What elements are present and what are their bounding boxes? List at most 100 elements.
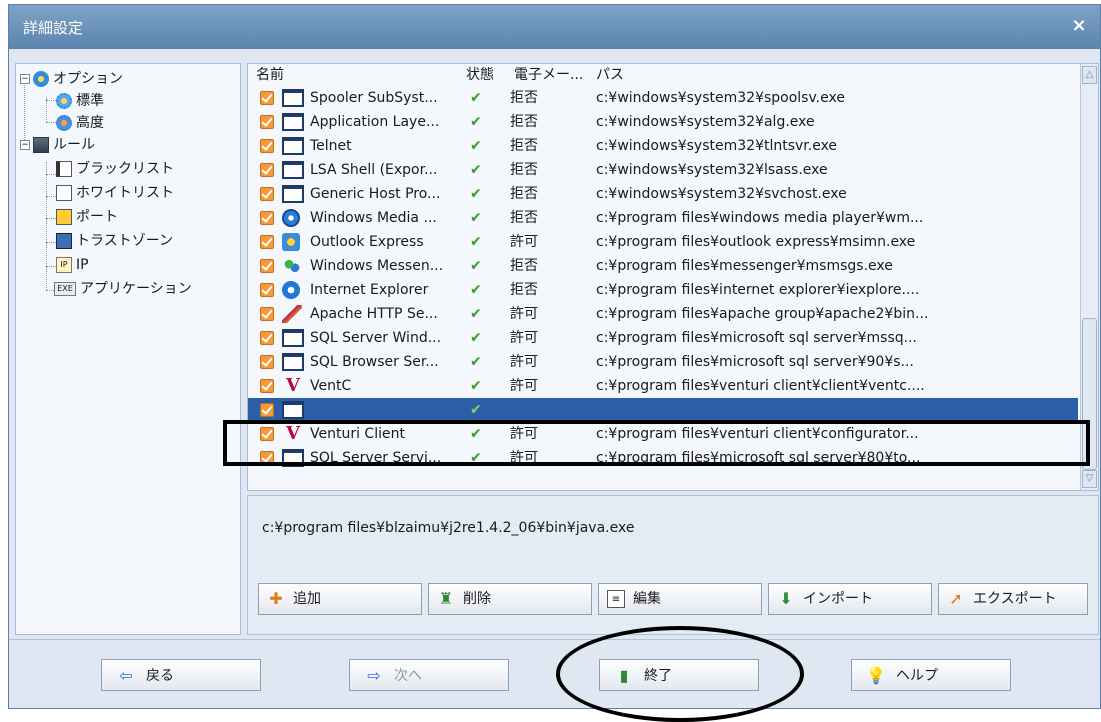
row-state: ✔ bbox=[470, 426, 482, 442]
row-name: Spooler SubSyst... bbox=[310, 90, 438, 106]
table-row[interactable]: Telnet ✔ 拒否 c:¥windows¥system32¥tlntsvr.exe bbox=[248, 134, 1078, 158]
tree-item-whitelist[interactable]: ホワイトリスト bbox=[56, 182, 174, 204]
lightbulb-icon: 💡 bbox=[866, 665, 886, 685]
row-name: java.exe bbox=[310, 402, 369, 418]
tree-item-options[interactable]: − オプション bbox=[20, 68, 123, 90]
gear-icon bbox=[56, 93, 72, 109]
import-icon: ⬇ bbox=[779, 589, 793, 608]
next-button[interactable]: ⇨ 次へ bbox=[349, 659, 509, 691]
table-row[interactable]: SQL Browser Ser... ✔ 許可 c:¥program files¥mi… bbox=[248, 350, 1078, 374]
row-mail: 拒否 bbox=[510, 90, 538, 106]
delete-button[interactable]: ♜ 削除 bbox=[428, 583, 592, 615]
row-mail: 許可 bbox=[510, 330, 538, 346]
column-header-state[interactable]: 状態 bbox=[462, 64, 494, 86]
column-header-mail[interactable]: 電子メー... bbox=[510, 64, 583, 86]
row-checkbox[interactable] bbox=[260, 427, 274, 441]
row-state: ✔ bbox=[470, 234, 482, 250]
export-button[interactable]: ➚ エクスポート bbox=[938, 583, 1088, 615]
table-row[interactable]: Windows Media ... ✔ 拒否 c:¥program files¥win… bbox=[248, 206, 1078, 230]
row-checkbox[interactable] bbox=[260, 283, 274, 297]
close-icon[interactable]: × bbox=[1068, 15, 1090, 37]
tree-item-advanced[interactable]: 高度 bbox=[56, 112, 104, 134]
help-button[interactable]: 💡 ヘルプ bbox=[851, 659, 1011, 691]
table-row[interactable]: V VentC ✔ 許可 c:¥program files¥venturi client… bbox=[248, 374, 1078, 398]
row-path: c:¥program files¥internet explorer¥iexpl… bbox=[596, 282, 920, 298]
table-row[interactable]: Application Laye... ✔ 拒否 c:¥windows¥system3… bbox=[248, 110, 1078, 134]
row-checkbox[interactable] bbox=[260, 187, 274, 201]
row-name: SQL Server Servi... bbox=[310, 450, 442, 466]
table-row[interactable]: SQL Server Wind... ✔ 許可 c:¥program files¥mi… bbox=[248, 326, 1078, 350]
tree-item-rules[interactable]: − ルール bbox=[20, 134, 95, 156]
edit-button[interactable]: ≡ 編集 bbox=[598, 583, 762, 615]
table-row[interactable]: Spooler SubSyst... ✔ 拒否 c:¥windows¥system32… bbox=[248, 86, 1078, 110]
scroll-down-icon[interactable]: ▽ bbox=[1082, 470, 1097, 488]
table-row[interactable]: Internet Explorer ✔ 拒否 c:¥program files¥int… bbox=[248, 278, 1078, 302]
table-row[interactable]: Outlook Express ✔ 許可 c:¥program files¥outlo… bbox=[248, 230, 1078, 254]
row-checkbox[interactable] bbox=[260, 403, 274, 417]
row-state: ✔ bbox=[470, 330, 482, 346]
row-checkbox[interactable] bbox=[260, 139, 274, 153]
table-row[interactable]: SQL Server Servi... ✔ 許可 c:¥program files¥m… bbox=[248, 446, 1078, 470]
vertical-scrollbar[interactable]: △ ▽ bbox=[1080, 64, 1098, 490]
table-row[interactable]: Generic Host Pro... ✔ 拒否 c:¥windows¥system3… bbox=[248, 182, 1078, 206]
back-button[interactable]: ⇦ 戻る bbox=[101, 659, 261, 691]
row-path: c:¥windows¥system32¥tlntsvr.exe bbox=[596, 138, 838, 154]
tree-item-standard[interactable]: 標準 bbox=[56, 90, 104, 112]
tree-item-trustzone[interactable]: トラストゾーン bbox=[56, 230, 173, 252]
row-path: c:¥windows¥system32¥alg.exe bbox=[596, 114, 815, 130]
scroll-up-icon[interactable]: △ bbox=[1082, 66, 1097, 84]
row-checkbox[interactable] bbox=[260, 115, 274, 129]
row-mail: 許可 bbox=[510, 306, 538, 322]
table-row[interactable]: Windows Messen... ✔ 拒否 c:¥program files¥mes… bbox=[248, 254, 1078, 278]
row-checkbox[interactable] bbox=[260, 235, 274, 249]
outlook-icon bbox=[282, 233, 300, 251]
collapse-icon[interactable]: − bbox=[20, 140, 30, 150]
window-icon bbox=[282, 113, 304, 131]
export-icon: ➚ bbox=[949, 589, 963, 608]
row-mail: 拒否 bbox=[510, 138, 538, 154]
application-list[interactable]: 名前 状態 電子メー... パス Spooler SubSyst... ✔ 拒否 c:… bbox=[247, 63, 1099, 491]
apache-icon bbox=[282, 305, 302, 323]
trash-icon: ♜ bbox=[438, 589, 454, 608]
row-name: Generic Host Pro... bbox=[310, 186, 441, 202]
table-row[interactable]: LSA Shell (Expor... ✔ 拒否 c:¥windows¥system3… bbox=[248, 158, 1078, 182]
title-bar[interactable]: 詳細設定 × bbox=[9, 5, 1100, 49]
collapse-icon[interactable]: − bbox=[20, 74, 30, 84]
row-name: Venturi Client bbox=[310, 426, 405, 442]
add-button[interactable]: ✚ 追加 bbox=[258, 583, 422, 615]
scroll-thumb[interactable] bbox=[1082, 318, 1097, 470]
column-header-name[interactable]: 名前 bbox=[252, 64, 284, 86]
blacklist-icon bbox=[56, 161, 72, 177]
table-row[interactable]: java.exe ✔ 許可 c:¥program files¥blzaimu¥j2re… bbox=[248, 398, 1078, 422]
row-state: ✔ bbox=[470, 138, 482, 154]
row-checkbox[interactable] bbox=[260, 307, 274, 321]
table-row[interactable]: Apache HTTP Se... ✔ 許可 c:¥program files¥apa… bbox=[248, 302, 1078, 326]
row-checkbox[interactable] bbox=[260, 451, 274, 465]
tree-item-port[interactable]: ポート bbox=[56, 206, 118, 228]
row-name: Apache HTTP Se... bbox=[310, 306, 438, 322]
list-header: 名前 状態 電子メー... パス bbox=[248, 64, 1078, 86]
tree-item-application[interactable]: EXE アプリケーション bbox=[54, 278, 192, 300]
details-panel: c:¥program files¥blzaimu¥j2re1.4.2_06¥bi… bbox=[247, 495, 1099, 635]
tree-item-blacklist[interactable]: ブラックリスト bbox=[56, 158, 174, 180]
row-checkbox[interactable] bbox=[260, 355, 274, 369]
row-state: ✔ bbox=[470, 210, 482, 226]
window-icon bbox=[282, 185, 304, 203]
row-checkbox[interactable] bbox=[260, 259, 274, 273]
import-button[interactable]: ⬇ インポート bbox=[768, 583, 932, 615]
finish-button[interactable]: ▮ 終了 bbox=[599, 659, 759, 691]
venturi-icon: V bbox=[286, 423, 300, 444]
row-mail: 許可 bbox=[510, 234, 538, 250]
row-checkbox[interactable] bbox=[260, 91, 274, 105]
row-checkbox[interactable] bbox=[260, 163, 274, 177]
column-header-path[interactable]: パス bbox=[592, 64, 624, 86]
settings-tree: − オプション 標準 高度 − ルール ブラックリスト ホワイトリスト ポート … bbox=[15, 63, 241, 635]
table-row[interactable]: V Venturi Client ✔ 許可 c:¥program files¥ventu… bbox=[248, 422, 1078, 446]
ie-icon bbox=[282, 281, 300, 299]
window-icon bbox=[282, 161, 304, 179]
row-checkbox[interactable] bbox=[260, 331, 274, 345]
tree-item-ip[interactable]: IP IP bbox=[56, 254, 89, 276]
row-checkbox[interactable] bbox=[260, 379, 274, 393]
row-checkbox[interactable] bbox=[260, 211, 274, 225]
row-mail: 許可 bbox=[510, 354, 538, 370]
